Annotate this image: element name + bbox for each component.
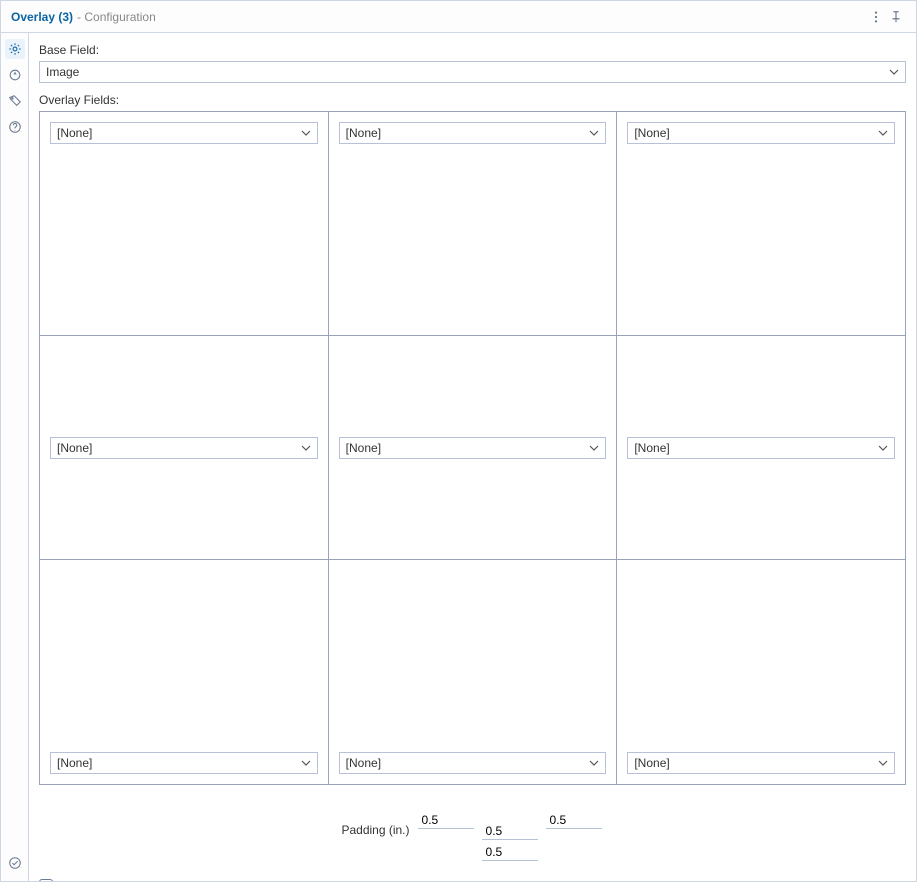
overlay-cell-8: [None] — [329, 560, 618, 784]
padding-left-input[interactable] — [418, 811, 474, 829]
more-options-icon[interactable] — [866, 7, 886, 27]
overlay-grid: [None] [None] — [39, 111, 906, 785]
padding-top-input[interactable] — [482, 822, 538, 840]
overlay-row-2: [None] [None] — [40, 336, 905, 560]
overlay-dropdown-1[interactable]: [None] — [50, 122, 318, 144]
target-icon[interactable] — [5, 65, 25, 85]
tag-icon[interactable] — [5, 91, 25, 111]
overlay-row-3: [None] [None] — [40, 560, 905, 784]
chevron-down-icon — [301, 758, 311, 768]
pin-icon[interactable] — [886, 7, 906, 27]
sidebar — [1, 33, 29, 881]
overlay-dropdown-5[interactable]: [None] — [339, 437, 607, 459]
base-field-dropdown[interactable]: Image — [39, 61, 906, 83]
config-window: Overlay (3) - Configuration — [0, 0, 917, 882]
chevron-down-icon — [878, 443, 888, 453]
overlay-cell-2: [None] — [329, 112, 618, 336]
chevron-down-icon — [878, 128, 888, 138]
chevron-down-icon — [589, 128, 599, 138]
main-panel: Base Field: Image Overlay Fields: [None] — [29, 33, 916, 881]
overlay-dropdown-9[interactable]: [None] — [627, 752, 895, 774]
base-field-value: Image — [46, 65, 889, 79]
overlay-cell-1: [None] — [40, 112, 329, 336]
padding-bottom-input[interactable] — [482, 843, 538, 861]
gear-icon[interactable] — [5, 39, 25, 59]
chevron-down-icon — [589, 443, 599, 453]
overlay-cell-9: [None] — [617, 560, 905, 784]
include-source-label: Include Source Fields in Output — [59, 879, 226, 881]
overlay-row-1: [None] [None] — [40, 112, 905, 336]
help-icon[interactable] — [5, 117, 25, 137]
chevron-down-icon — [589, 758, 599, 768]
overlay-dropdown-3[interactable]: [None] — [627, 122, 895, 144]
padding-right-input[interactable] — [546, 811, 602, 829]
base-field-label: Base Field: — [39, 43, 906, 57]
titlebar: Overlay (3) - Configuration — [1, 1, 916, 33]
include-source-checkbox[interactable] — [39, 879, 53, 881]
overlay-dropdown-7[interactable]: [None] — [50, 752, 318, 774]
overlay-cell-6: [None] — [617, 336, 905, 560]
overlay-dropdown-4[interactable]: [None] — [50, 437, 318, 459]
padding-label: Padding (in.) — [341, 823, 409, 837]
overlay-cell-3: [None] — [617, 112, 905, 336]
overlay-cell-5: [None] — [329, 336, 618, 560]
overlay-cell-4: [None] — [40, 336, 329, 560]
chevron-down-icon — [301, 443, 311, 453]
check-circle-icon[interactable] — [5, 853, 25, 873]
chevron-down-icon — [301, 128, 311, 138]
include-source-row: Include Source Fields in Output — [39, 879, 906, 881]
chevron-down-icon — [878, 758, 888, 768]
padding-row: Padding (in.) — [39, 799, 906, 861]
overlay-dropdown-2[interactable]: [None] — [339, 122, 607, 144]
padding-grid — [418, 799, 604, 861]
overlay-dropdown-6[interactable]: [None] — [627, 437, 895, 459]
overlay-fields-label: Overlay Fields: — [39, 93, 906, 107]
overlay-cell-7: [None] — [40, 560, 329, 784]
chevron-down-icon — [889, 67, 899, 77]
overlay-dropdown-8[interactable]: [None] — [339, 752, 607, 774]
titlebar-title: Overlay (3) — [11, 10, 73, 24]
titlebar-subtitle: - Configuration — [77, 10, 156, 24]
